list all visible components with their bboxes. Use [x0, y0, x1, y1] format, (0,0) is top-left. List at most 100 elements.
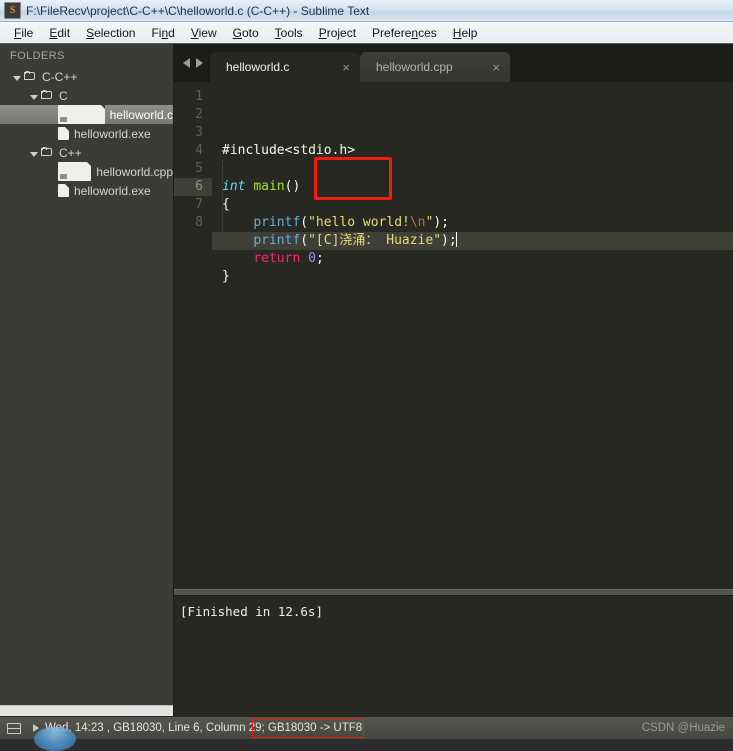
tree-folder-row[interactable]: C-C++ [0, 67, 173, 86]
menu-item-file[interactable]: File [6, 25, 41, 41]
tab-list: helloworld.c × helloworld.cpp × [210, 52, 510, 82]
tree-item-label: C-C++ [42, 69, 78, 84]
chevron-right-icon[interactable] [196, 58, 203, 68]
menu-item-edit[interactable]: Edit [41, 25, 78, 41]
tree-file-row[interactable]: helloworld.cpp [0, 162, 173, 181]
triangle-down-icon[interactable] [30, 151, 38, 157]
tree-file-row[interactable]: helloworld.exe [0, 124, 173, 143]
disclosure-triangle-icon [27, 89, 41, 103]
menu-bar: File Edit Selection Find View Goto Tools Projec… [0, 22, 733, 44]
code-token: #include<stdio.h> [222, 143, 356, 158]
menu-item-project[interactable]: Project [311, 25, 364, 41]
code-line[interactable]: int main() [222, 178, 733, 196]
code-token: ; [315, 251, 324, 266]
sublime-text-window: S F:\FileRecv\project\C-C++\C\helloworld… [0, 0, 733, 751]
scrollbar-thumb[interactable] [0, 704, 173, 717]
tab-bar: helloworld.c × helloworld.cpp × [174, 44, 733, 82]
close-icon[interactable]: × [492, 61, 500, 74]
code-token: ( [300, 233, 309, 248]
panel-toggle-icon[interactable] [7, 722, 21, 734]
disclosure-triangle-icon [10, 70, 24, 84]
tree-file-row[interactable]: helloworld.exe [0, 181, 173, 200]
tree-file-row[interactable]: helloworld.c [0, 105, 173, 124]
code-content[interactable]: #include<stdio.h> int main(){ printf("he… [212, 82, 733, 589]
code-token: ); [433, 215, 449, 230]
editor-tab[interactable]: helloworld.c × [210, 52, 360, 82]
file-icon [58, 127, 69, 140]
build-output-panel[interactable]: [Finished in 12.6s] [174, 596, 733, 716]
line-number: 8 [195, 215, 203, 230]
code-token: ); [441, 233, 457, 248]
menu-item-goto[interactable]: Goto [225, 25, 267, 41]
menu-item-tools[interactable]: Tools [267, 25, 311, 41]
folder-icon [41, 147, 54, 158]
code-token: printf [253, 233, 301, 248]
build-output-text: [Finished in 12.6s] [180, 604, 323, 619]
code-token: 0 [308, 251, 316, 266]
sidebar-horizontal-scrollbar[interactable] [0, 704, 173, 717]
code-token: main [253, 179, 285, 194]
watermark: CSDN @Huazie [641, 722, 725, 734]
sidebar: FOLDERS C-C++ Chelloworld.c helloworld.exe… [0, 44, 174, 717]
menu-item-help[interactable]: Help [445, 25, 486, 41]
app-icon-letter: S [9, 4, 16, 16]
menu-item-view[interactable]: View [183, 25, 225, 41]
sidebar-scroll-area: FOLDERS C-C++ Chelloworld.c helloworld.exe… [0, 44, 173, 705]
panel-divider[interactable] [174, 589, 733, 596]
tree-folder-row[interactable]: C [0, 86, 173, 105]
close-icon[interactable]: × [342, 61, 350, 74]
menu-item-selection[interactable]: Selection [78, 25, 143, 41]
tab-nav-arrows[interactable] [178, 44, 210, 82]
tree-folder-row[interactable]: C++ [0, 143, 173, 162]
line-number: 5 [195, 161, 203, 176]
menu-item-preferences[interactable]: Preferences [364, 25, 445, 41]
code-line[interactable]: { [222, 196, 733, 214]
tab-label: helloworld.c [226, 60, 290, 74]
line-number: 3 [195, 125, 203, 140]
line-number: 4 [195, 143, 203, 158]
triangle-down-icon[interactable] [30, 94, 38, 100]
code-token: () [284, 179, 301, 194]
triangle-down-icon[interactable] [13, 75, 21, 81]
code-line[interactable]: return 0; [222, 250, 733, 268]
line-number: 1 [195, 89, 203, 104]
tree-item-label: helloworld.exe [74, 126, 151, 141]
line-number: 7 [195, 197, 203, 212]
play-arrow-icon[interactable] [33, 724, 39, 732]
source-file-icon [58, 162, 92, 181]
menu-item-find[interactable]: Find [143, 25, 182, 41]
code-token: "hello world! [308, 215, 410, 230]
line-number: 2 [195, 107, 203, 122]
indent-guide [222, 160, 224, 232]
source-file-icon [58, 105, 105, 124]
code-line[interactable]: printf("[C]浇涌： Huazie"); [212, 232, 733, 250]
chevron-left-icon[interactable] [183, 58, 190, 68]
tree-item-label: helloworld.exe [74, 183, 151, 198]
code-line[interactable]: printf("hello world!\n"); [222, 214, 733, 232]
title-bar: S F:\FileRecv\project\C-C++\C\helloworld… [0, 0, 733, 22]
code-line[interactable] [222, 160, 733, 178]
tab-label: helloworld.cpp [376, 60, 453, 74]
tree-item-label: C++ [59, 145, 82, 160]
code-token: "[C]浇涌： Huazie" [308, 233, 442, 248]
folder-tree: C-C++ Chelloworld.c helloworld.exe C++ hello… [0, 67, 173, 200]
editor-column: helloworld.c × helloworld.cpp × 1 2 3 4 5 67 8 #i… [174, 44, 733, 716]
code-token: return [253, 251, 301, 266]
window-title: F:\FileRecv\project\C-C++\C\helloworld.c… [26, 3, 370, 18]
code-line[interactable]: } [222, 268, 733, 286]
editor-tab[interactable]: helloworld.cpp × [360, 52, 510, 82]
folder-icon [24, 71, 37, 82]
text-caret [455, 232, 457, 247]
code-token: ( [300, 215, 309, 230]
code-token: } [222, 269, 230, 284]
tree-item-label: helloworld.c [109, 107, 173, 122]
sublime-text-icon: S [4, 2, 21, 19]
folders-header: FOLDERS [10, 50, 65, 62]
code-line[interactable]: #include<stdio.h> [222, 142, 733, 160]
code-editor[interactable]: 12345678 #include<stdio.h> int main(){ p… [174, 82, 733, 589]
status-text: Wed, 14:23 , GB18030, Line 6, Column 29;… [45, 722, 363, 734]
